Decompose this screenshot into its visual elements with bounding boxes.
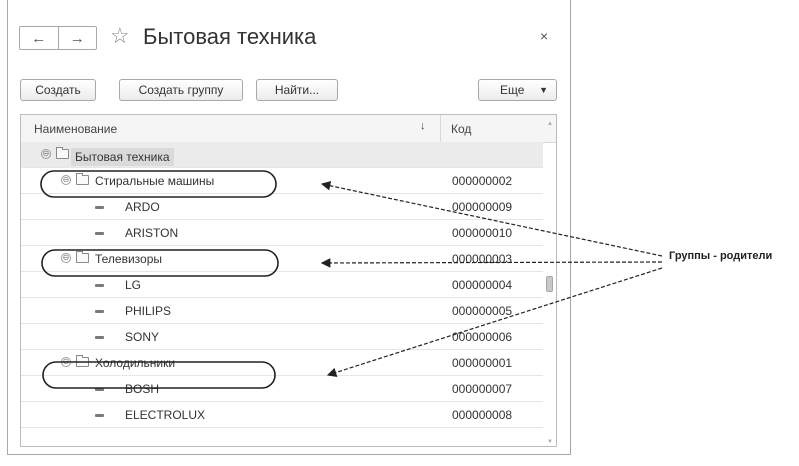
- window-title: Бытовая техника: [143, 24, 317, 49]
- item-row[interactable]: LG 000000004: [21, 272, 543, 298]
- row-name: BOSH: [125, 382, 160, 396]
- more-button[interactable]: Еще ▼: [478, 79, 557, 101]
- item-icon: [95, 388, 104, 391]
- row-code: 000000010: [452, 226, 513, 240]
- collapse-icon[interactable]: ⊖: [61, 253, 71, 263]
- column-header-name[interactable]: Наименование: [34, 122, 117, 136]
- find-button[interactable]: Найти...: [256, 79, 338, 101]
- folder-icon: [76, 355, 89, 367]
- item-row[interactable]: ARISTON 000000010: [21, 220, 543, 246]
- row-code: 000000009: [452, 200, 513, 214]
- folder-icon: [76, 173, 89, 185]
- item-icon: [95, 206, 104, 209]
- back-arrow-icon[interactable]: ←: [20, 27, 58, 49]
- row-code: 000000002: [452, 174, 513, 188]
- collapse-icon[interactable]: ⊖: [61, 357, 71, 367]
- column-divider[interactable]: [440, 115, 441, 142]
- group-row[interactable]: ⊖ Телевизоры 000000003: [21, 246, 543, 272]
- star-icon[interactable]: ☆: [110, 23, 130, 49]
- item-row[interactable]: ARDO 000000009: [21, 194, 543, 220]
- parent-groups-annotation: Группы - родители: [669, 250, 773, 262]
- navigation-buttons: ← →: [19, 26, 97, 50]
- row-name: SONY: [125, 330, 160, 344]
- chevron-down-icon: ▼: [539, 85, 548, 95]
- more-button-label: Еще: [500, 83, 525, 97]
- create-group-button[interactable]: Создать группу: [119, 79, 243, 101]
- row-name: Телевизоры: [95, 252, 163, 266]
- row-code: 000000008: [452, 408, 513, 422]
- item-icon: [95, 336, 104, 339]
- row-code: 000000005: [452, 304, 513, 318]
- row-code: 000000006: [452, 330, 513, 344]
- item-icon: [95, 284, 104, 287]
- item-icon: [95, 310, 104, 313]
- collapse-icon[interactable]: ⊖: [41, 149, 51, 159]
- catalog-table: Наименование ↓ Код ⊖ Бытовая техника ⊖ Стир…: [20, 114, 557, 447]
- folder-icon: [56, 147, 69, 159]
- row-name: Стиральные машины: [95, 174, 215, 188]
- row-name: ARDO: [125, 200, 160, 214]
- table-body: ⊖ Бытовая техника ⊖ Стиральные машины 000000…: [21, 142, 543, 428]
- column-header-code[interactable]: Код: [451, 122, 471, 136]
- row-name: ELECTROLUX: [125, 408, 206, 422]
- sort-arrow-icon: ↓: [420, 120, 426, 132]
- vertical-scrollbar[interactable]: ▲ ▼: [544, 121, 555, 445]
- item-icon: [95, 232, 104, 235]
- item-row[interactable]: ELECTROLUX 000000008: [21, 402, 543, 428]
- row-code: 000000001: [452, 356, 513, 370]
- item-icon: [95, 414, 104, 417]
- forward-arrow-icon[interactable]: →: [57, 27, 97, 49]
- folder-icon: [76, 251, 89, 263]
- item-row[interactable]: BOSH 000000007: [21, 376, 543, 402]
- collapse-icon[interactable]: ⊖: [61, 175, 71, 185]
- item-row[interactable]: SONY 000000006: [21, 324, 543, 350]
- item-row[interactable]: PHILIPS 000000005: [21, 298, 543, 324]
- row-code: 000000004: [452, 278, 513, 292]
- close-icon[interactable]: ×: [540, 28, 548, 44]
- row-name: PHILIPS: [125, 304, 172, 318]
- group-row[interactable]: ⊖ Стиральные машины 000000002: [21, 168, 543, 194]
- scrollbar-thumb[interactable]: [546, 276, 553, 292]
- table-header: Наименование ↓ Код: [21, 115, 556, 143]
- row-name: ARISTON: [125, 226, 179, 240]
- row-name: LG: [125, 278, 142, 292]
- scroll-down-icon[interactable]: ▼: [547, 439, 553, 445]
- group-row[interactable]: ⊖ Холодильники 000000001: [21, 350, 543, 376]
- create-button[interactable]: Создать: [20, 79, 96, 101]
- row-name: Холодильники: [95, 356, 176, 370]
- row-name: Бытовая техника: [71, 148, 174, 166]
- scroll-up-icon[interactable]: ▲: [547, 121, 553, 127]
- row-code: 000000007: [452, 382, 513, 396]
- row-code: 000000003: [452, 252, 513, 266]
- group-row[interactable]: ⊖ Бытовая техника: [21, 142, 543, 168]
